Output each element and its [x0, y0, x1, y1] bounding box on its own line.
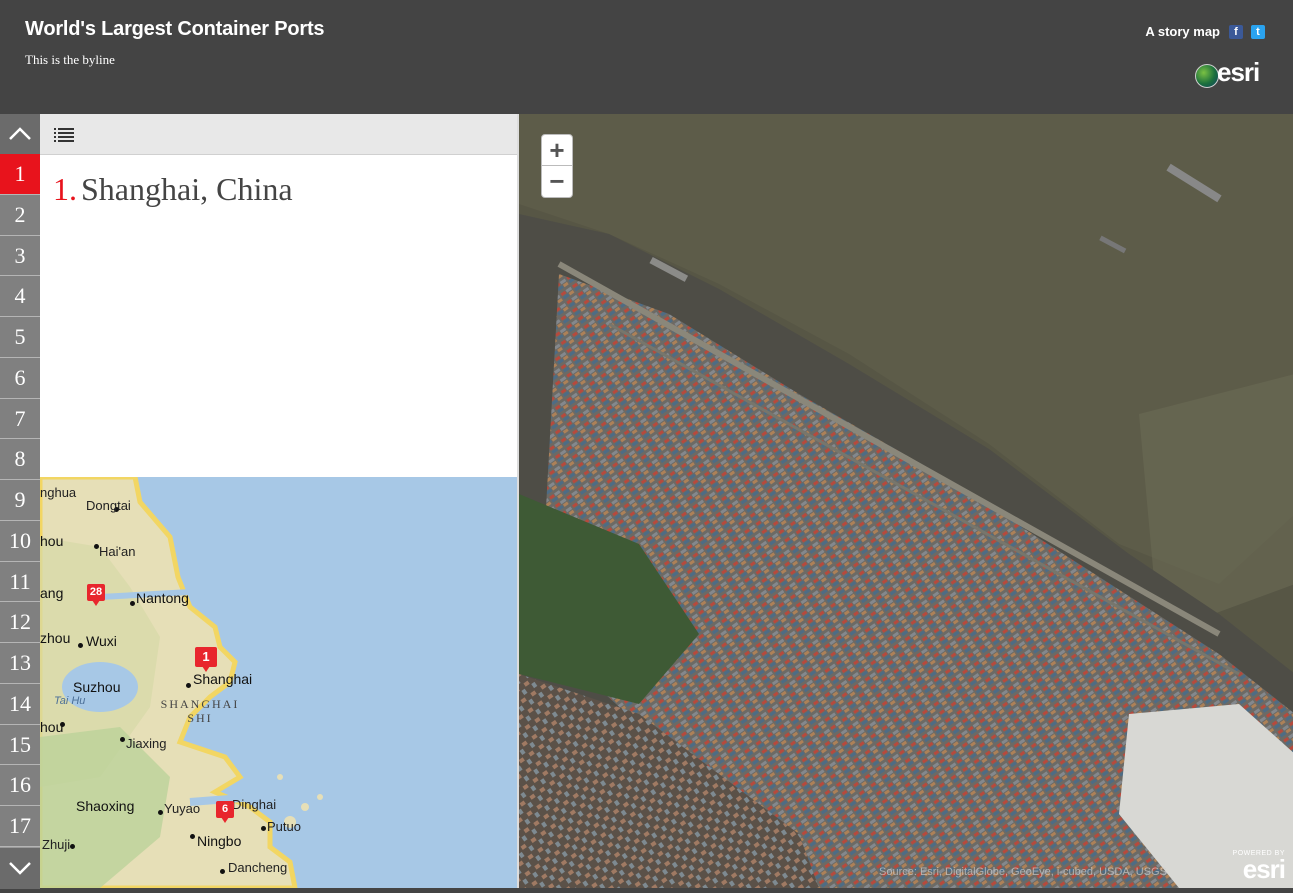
story-map-link[interactable]: A story map [1145, 24, 1220, 39]
city-dot [220, 869, 225, 874]
facebook-icon[interactable]: f [1229, 25, 1243, 39]
map-label: Suzhou [73, 679, 121, 695]
city-dot [70, 844, 75, 849]
map-label: Dongtai [86, 498, 131, 513]
locator-map[interactable]: nghua Dongtai hou Hai'an ang Nantong zho… [40, 477, 517, 888]
entry-number: 1. [53, 171, 77, 207]
map-attribution: Source: Esri, DigitalGlobe, GeoEye, i-cu… [879, 866, 1167, 878]
city-dot [78, 643, 83, 648]
scroll-up-button[interactable] [0, 114, 40, 155]
map-label: Yuyao [164, 801, 201, 816]
map-marker-1[interactable]: 1 [195, 647, 217, 672]
city-dot [120, 737, 125, 742]
zoom-out-button[interactable]: − [541, 166, 573, 198]
entry-number-9[interactable]: 9 [0, 480, 40, 521]
esri-wordmark: esri [1242, 854, 1286, 884]
map-label: zhou [40, 630, 71, 646]
entry-number-14[interactable]: 14 [0, 684, 40, 725]
entry-number-4[interactable]: 4 [0, 276, 40, 318]
map-label: Wuxi [86, 633, 117, 649]
entry-number-3[interactable]: 3 [0, 236, 40, 277]
page-title: World's Largest Container Ports [25, 18, 325, 40]
map-marker-6[interactable]: 6 [216, 801, 234, 823]
panel-toolbar [40, 114, 517, 155]
entry-number-11[interactable]: 11 [0, 562, 40, 603]
map-marker-28[interactable]: 28 [87, 584, 105, 606]
marker-label: 6 [216, 801, 234, 818]
city-dot [60, 722, 65, 727]
city-dot [158, 810, 163, 815]
globe-icon [1195, 64, 1219, 88]
entry-number-1[interactable]: 1 [0, 154, 40, 195]
map-label: Jiaxing [126, 736, 167, 751]
marker-label: 28 [87, 584, 105, 601]
map-label: Tai Hu [54, 695, 86, 707]
city-dot [190, 834, 195, 839]
entry-number-6[interactable]: 6 [0, 358, 40, 399]
map-label: Shanghai [193, 671, 253, 687]
entry-number-8[interactable]: 8 [0, 439, 40, 481]
entry-panel: 1. Shanghai, China [40, 114, 517, 477]
zoom-in-button[interactable]: + [541, 134, 573, 166]
map-label: Hai'an [99, 544, 136, 559]
city-dot [186, 683, 191, 688]
entry-number-5[interactable]: 5 [0, 317, 40, 358]
entry-number-10[interactable]: 10 [0, 521, 40, 562]
city-dot [130, 601, 135, 606]
entry-title: Shanghai, China [81, 171, 293, 207]
map-label: hou [40, 533, 64, 549]
entry-heading: 1. Shanghai, China [53, 171, 293, 208]
marker-tip [92, 600, 100, 606]
entry-number-13[interactable]: 13 [0, 643, 40, 684]
entry-number-sidebar: 1 2 3 4 5 6 7 8 9 10 11 12 13 14 15 16 17 [0, 114, 40, 889]
map-label: Dinghai [232, 797, 277, 812]
byline: This is the byline [25, 52, 115, 67]
map-label: Zhuji [42, 837, 71, 852]
map-label: Shaoxing [76, 798, 135, 814]
map-label: Dancheng [228, 860, 288, 875]
map-label: Nantong [136, 590, 189, 606]
twitter-icon[interactable]: t [1251, 25, 1265, 39]
main-map[interactable]: + − Source: Esri, DigitalGlobe, GeoEye, … [517, 114, 1293, 888]
esri-wordmark: esri [1217, 57, 1260, 87]
esri-logo[interactable]: esri [1195, 57, 1267, 90]
entry-number-16[interactable]: 16 [0, 765, 40, 807]
map-label: SHANGHAI SHI [160, 697, 240, 725]
entry-number-12[interactable]: 12 [0, 602, 40, 644]
map-label: Ningbo [197, 833, 242, 849]
map-label: Putuo [267, 819, 301, 834]
marker-tip [202, 666, 210, 672]
entry-number-17[interactable]: 17 [0, 806, 40, 847]
entry-number-15[interactable]: 15 [0, 725, 40, 766]
map-label: ang [40, 585, 64, 601]
map-label: hou [40, 719, 64, 735]
marker-tip [221, 817, 229, 823]
scroll-down-button[interactable] [0, 847, 40, 889]
powered-by-esri-logo[interactable]: POWERED BY esri [1225, 850, 1286, 884]
list-icon[interactable] [54, 126, 74, 142]
marker-label: 1 [195, 647, 217, 667]
map-label: nghua [40, 485, 77, 500]
entry-number-7[interactable]: 7 [0, 399, 40, 440]
chevron-down-icon [9, 862, 31, 875]
header: World's Largest Container Ports This is … [0, 0, 1293, 114]
satellite-imagery [519, 114, 1293, 888]
city-dot [261, 826, 266, 831]
chevron-up-icon [9, 127, 31, 140]
entry-number-2[interactable]: 2 [0, 195, 40, 236]
